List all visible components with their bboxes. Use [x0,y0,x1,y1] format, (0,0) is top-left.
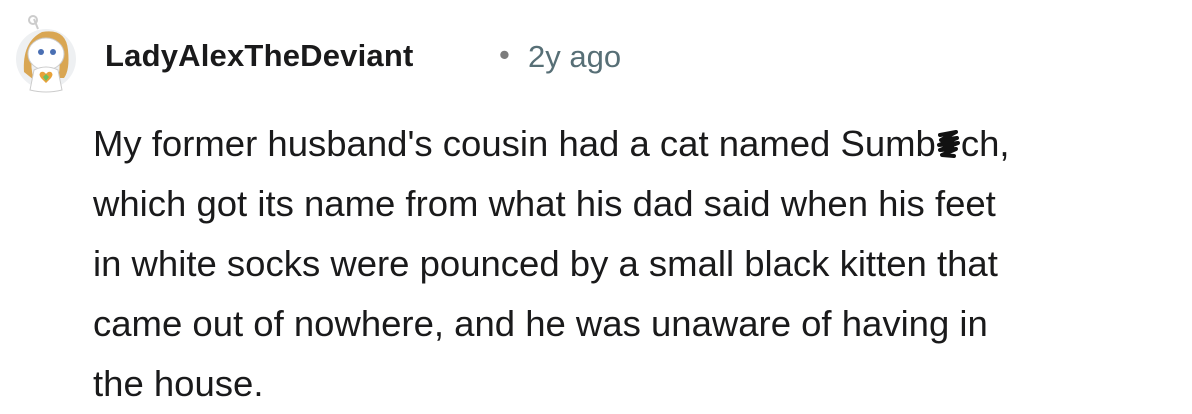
user-avatar[interactable] [8,14,84,94]
censor-scribble-icon [936,129,961,159]
comment-header: LadyAlexTheDeviant • 2y ago [0,0,1192,115]
comment-line-1-end: ch, [960,123,1010,164]
comment-line-1-start: My former husband's cousin had a cat nam… [93,123,936,164]
comment-line-3: in white socks were pounced by a small b… [93,243,998,284]
comment-card: LadyAlexTheDeviant • 2y ago My former hu… [0,0,1192,407]
comment-line-4: came out of nowhere, and he was unaware … [93,303,988,344]
separator-dot: • [499,37,510,72]
comment-line-2: which got its name from what his dad sai… [93,183,996,224]
reddit-snoo-avatar-icon [16,15,76,93]
comment-timestamp[interactable]: 2y ago [528,35,621,79]
author-username[interactable]: LadyAlexTheDeviant [105,34,414,78]
comment-line-1: My former husband's cousin had a cat nam… [93,114,1188,174]
comment-body: My former husband's cousin had a cat nam… [93,114,1188,414]
comment-line-5: the house. [93,363,264,404]
